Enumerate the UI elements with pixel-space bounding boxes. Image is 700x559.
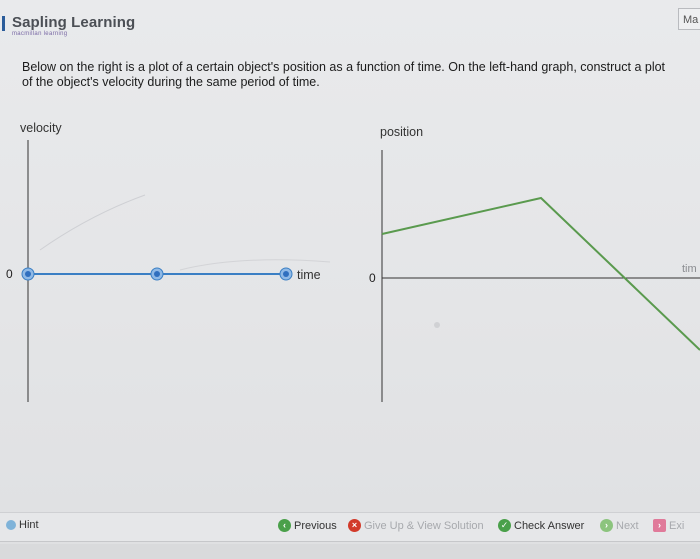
check-answer-button[interactable]: ✓ Check Answer bbox=[498, 519, 584, 532]
position-time-label: tim bbox=[682, 263, 697, 275]
next-label: Next bbox=[616, 519, 639, 532]
velocity-point-center bbox=[154, 271, 160, 277]
give-up-label: Give Up & View Solution bbox=[364, 519, 484, 532]
position-graph bbox=[381, 150, 700, 402]
bottom-scrollbar[interactable] bbox=[0, 544, 700, 559]
close-circle-icon: × bbox=[348, 519, 361, 532]
velocity-graph[interactable] bbox=[21, 140, 293, 402]
previous-label: Previous bbox=[294, 519, 337, 532]
check-answer-label: Check Answer bbox=[514, 519, 585, 532]
exit-button[interactable]: › Exi bbox=[653, 519, 684, 532]
position-origin-label: 0 bbox=[369, 271, 376, 285]
footer-toolbar: Hint ‹ Previous × Give Up & View Solutio… bbox=[0, 512, 700, 542]
checkmark-icon: ✓ bbox=[498, 519, 511, 532]
position-line bbox=[381, 196, 700, 351]
arrow-right-icon: › bbox=[600, 519, 613, 532]
faint-mark bbox=[434, 322, 440, 328]
hint-button[interactable]: Hint bbox=[6, 519, 39, 531]
previous-button[interactable]: ‹ Previous bbox=[278, 519, 337, 532]
arrow-left-icon: ‹ bbox=[278, 519, 291, 532]
velocity-origin-label: 0 bbox=[6, 267, 13, 281]
faint-mark bbox=[39, 194, 146, 251]
next-button[interactable]: › Next bbox=[600, 519, 639, 532]
graphs-canvas: 0 time 0 tim bbox=[6, 140, 700, 402]
velocity-point-center bbox=[283, 271, 289, 277]
velocity-point-center bbox=[25, 271, 31, 277]
velocity-time-label: time bbox=[297, 268, 321, 282]
exit-label: Exi bbox=[669, 519, 685, 532]
hint-icon bbox=[6, 520, 16, 530]
give-up-button[interactable]: × Give Up & View Solution bbox=[348, 519, 484, 532]
hint-label: Hint bbox=[19, 519, 39, 531]
exit-icon: › bbox=[653, 519, 666, 532]
